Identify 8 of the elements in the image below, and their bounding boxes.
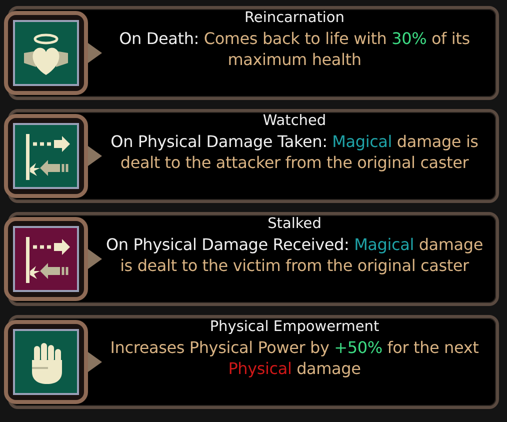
effect-title: Reincarnation bbox=[244, 9, 344, 28]
effect-title: Physical Empowerment bbox=[210, 318, 380, 337]
effect-description: On Physical Damage Received: Magical damage is dealt to the victim from the original caster bbox=[105, 234, 484, 276]
effect-description: On Death: Comes back to life with 30% of its maximum health bbox=[118, 28, 471, 70]
effect-title: Stalked bbox=[268, 215, 322, 234]
effect-title: Watched bbox=[262, 112, 326, 131]
effect-description: On Physical Damage Taken: Magical damage is dealt to the attacker from the original caster bbox=[110, 131, 480, 173]
effect-description: Increases Physical Power by +50% for the next Physical damage bbox=[109, 337, 480, 379]
